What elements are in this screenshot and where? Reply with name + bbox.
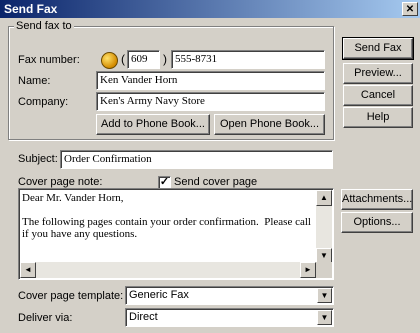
deliver-via-select[interactable]: Direct ▼ xyxy=(125,308,334,327)
send-fax-button[interactable]: Send Fax xyxy=(342,37,414,60)
scroll-left-icon[interactable]: ◄ xyxy=(20,262,36,278)
deliver-via-label: Deliver via: xyxy=(18,312,73,324)
vertical-scrollbar[interactable]: ▲ ▼ xyxy=(316,190,332,264)
deliver-via-value: Direct xyxy=(129,311,158,323)
paren-close: ) xyxy=(163,52,167,66)
cover-note-text[interactable]: Dear Mr. Vander Horn, The following page… xyxy=(22,192,312,240)
add-to-phone-book-button[interactable]: Add to Phone Book... xyxy=(96,114,210,135)
chevron-down-icon[interactable]: ▼ xyxy=(317,310,332,325)
name-field[interactable]: Ken Vander Horn xyxy=(96,71,325,90)
scroll-corner xyxy=(316,262,332,278)
globe-icon[interactable] xyxy=(101,52,118,69)
send-cover-page-label: Send cover page xyxy=(174,176,258,188)
name-label: Name: xyxy=(18,75,51,87)
help-button[interactable]: Help xyxy=(343,107,413,128)
open-phone-book-button[interactable]: Open Phone Book... xyxy=(214,114,325,135)
cover-template-value: Generic Fax xyxy=(129,289,189,301)
cover-note-textarea[interactable]: Dear Mr. Vander Horn, The following page… xyxy=(18,188,334,280)
options-button[interactable]: Options... xyxy=(341,212,413,233)
cover-template-label: Cover page template: xyxy=(18,290,124,302)
attachments-button[interactable]: Attachments... xyxy=(341,189,413,210)
window-title: Send Fax xyxy=(4,2,58,16)
paren-open: ( xyxy=(121,52,125,66)
preview-button[interactable]: Preview... xyxy=(343,63,413,84)
subject-label: Subject: xyxy=(18,153,58,165)
chevron-down-icon[interactable]: ▼ xyxy=(317,288,332,303)
area-code-field[interactable]: 609 xyxy=(127,50,160,69)
cover-note-label: Cover page note: xyxy=(18,176,103,188)
cover-template-select[interactable]: Generic Fax ▼ xyxy=(125,286,334,305)
cancel-button[interactable]: Cancel xyxy=(343,85,413,106)
fax-number-field[interactable]: 555-8731 xyxy=(171,50,325,69)
company-field[interactable]: Ken's Army Navy Store xyxy=(96,92,325,111)
title-bar: Send Fax ✕ xyxy=(0,0,420,18)
group-legend: Send fax to xyxy=(14,20,74,32)
subject-field[interactable]: Order Confirmation xyxy=(60,150,333,169)
company-label: Company: xyxy=(18,96,69,108)
send-fax-dialog: Send Fax ✕ Send fax to Fax number: ( 609… xyxy=(0,0,420,333)
scroll-up-icon[interactable]: ▲ xyxy=(316,190,332,206)
fax-number-label: Fax number: xyxy=(18,54,80,66)
scroll-right-icon[interactable]: ► xyxy=(300,262,316,278)
horizontal-scrollbar[interactable]: ◄ ► xyxy=(20,262,316,278)
close-button[interactable]: ✕ xyxy=(402,2,418,16)
